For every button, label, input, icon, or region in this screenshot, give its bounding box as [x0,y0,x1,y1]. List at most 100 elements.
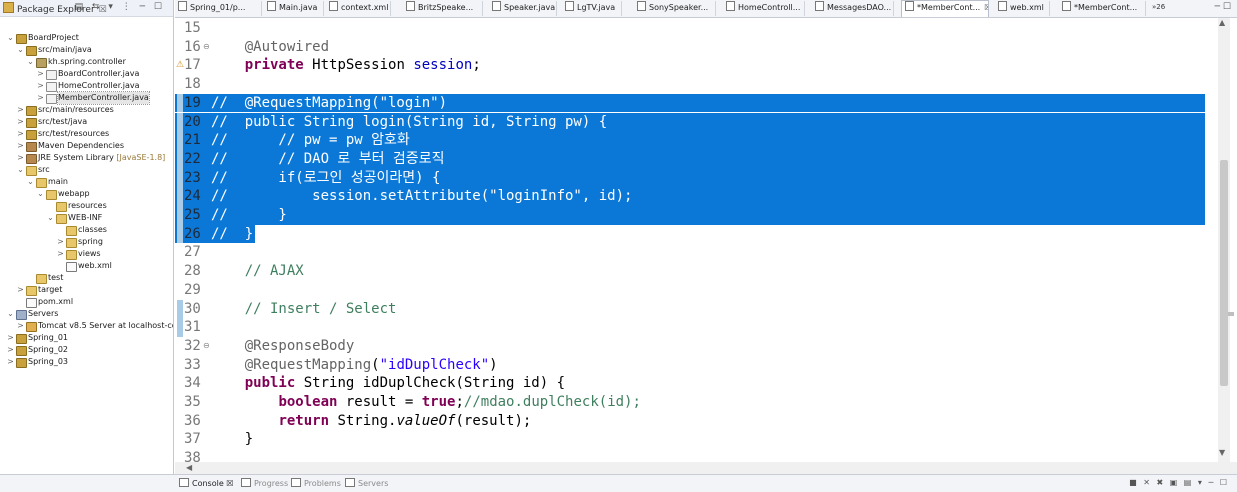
tree-item-homecontroller[interactable]: > HomeController.java [0,80,173,92]
explorer-toolbar[interactable]: ▤ ⇆ ▾ ⋮ ─ ☐ [75,2,165,12]
tree-item-servers[interactable]: ⌄ Servers [0,308,173,320]
code-line[interactable]: 21 // // pw = pw 암호화 [175,131,1205,150]
tree-item-classes[interactable]: classes [0,224,173,236]
tree-item-test[interactable]: test [0,272,173,284]
editor-tab[interactable]: Main.java [264,1,324,16]
editor-tab[interactable]: BritzSpeake... [403,1,483,16]
code-line[interactable]: 37 } [175,430,1205,449]
code-line[interactable]: 20 // public String login(String id, Stri… [175,112,1205,132]
code-line[interactable]: 29 [175,281,1205,300]
tree-item-views[interactable]: > views [0,248,173,260]
close-icon[interactable]: ☒ [224,479,233,488]
code-line[interactable]: 33 @RequestMapping("idDuplCheck") [175,356,1205,375]
chevron-right-icon[interactable]: > [16,140,25,152]
code-line[interactable]: 16 ⊖ @Autowired [175,38,1205,57]
tree-item-main[interactable]: ⌄ main [0,176,173,188]
warning-icon[interactable]: ⚠ [176,56,184,75]
chevron-down-icon[interactable]: ⌄ [26,176,35,188]
chevron-right-icon[interactable]: > [56,248,65,260]
tab-overflow-indicator[interactable]: »26 [1152,3,1165,11]
tab-console[interactable]: Console ☒ [179,478,233,490]
code-line[interactable]: 30 // Insert / Select [175,299,1205,319]
chevron-right-icon[interactable]: > [6,356,15,368]
tree-item-src-main-java[interactable]: ⌄ src/main/java [0,44,173,56]
code-line[interactable]: 25 // } [175,206,1205,225]
scroll-up-icon[interactable]: ▲ [1219,18,1225,27]
tab-progress[interactable]: Progress [241,478,288,490]
tab-servers[interactable]: Servers [345,478,388,490]
chevron-down-icon[interactable]: ⌄ [16,44,25,56]
tab-problems[interactable]: Problems [291,478,341,490]
code-line[interactable]: 18 [175,75,1205,94]
chevron-right-icon[interactable]: > [16,320,25,332]
scroll-left-icon[interactable]: ◀ [186,463,192,472]
tree-item-kh-spring-controller[interactable]: ⌄ kh.spring.controller [0,56,173,68]
code-line[interactable]: 36 return String.valueOf(result); [175,412,1205,431]
chevron-right-icon[interactable]: > [16,284,25,296]
code-line[interactable]: 15 [175,19,1205,38]
tree-item-src-test-java[interactable]: > src/test/java [0,116,173,128]
code-line[interactable]: 27 [175,243,1205,262]
editor-tab[interactable]: web.xml [995,1,1050,16]
console-toolbar[interactable]: ■ ✕ ✖ ▣ ▤ ▾ ─ ☐ [1129,478,1229,487]
chevron-down-icon[interactable]: ⌄ [16,164,25,176]
horizontal-scrollbar[interactable] [175,462,1237,474]
tree-item-maven-dependencies[interactable]: > Maven Dependencies [0,140,173,152]
tree-item-resources[interactable]: resources [0,200,173,212]
code-line[interactable]: 35 boolean result = true;//mdao.duplChec… [175,393,1205,412]
editor-tab[interactable]: Speaker.java [489,1,557,16]
code-line[interactable]: ⚠ 17 private HttpSession session; [175,56,1205,75]
chevron-right-icon[interactable]: > [36,68,45,80]
chevron-right-icon[interactable]: > [6,332,15,344]
chevron-right-icon[interactable]: > [36,80,45,92]
chevron-right-icon[interactable]: > [16,152,25,164]
editor-tab[interactable]: Spring_01/p... [175,1,262,16]
chevron-right-icon[interactable]: > [6,344,15,356]
code-line[interactable]: 22 // // DAO 로 부터 검증로직 [175,149,1205,169]
fold-toggle-icon[interactable]: ⊖ [203,337,210,356]
vertical-scrollbar-thumb[interactable] [1220,160,1228,386]
code-editor[interactable]: 15 16 ⊖ @Autowired ⚠ 17 private HttpSession … [175,18,1237,462]
chevron-down-icon[interactable]: ⌄ [26,56,35,68]
code-line[interactable]: 19 // @RequestMapping("login") [175,93,1205,113]
chevron-right-icon[interactable]: > [16,116,25,128]
code-line[interactable]: 23 // if(로그인 성공이라면) { [175,168,1205,188]
tree-item-spring-02[interactable]: > Spring_02 [0,344,173,356]
chevron-right-icon[interactable]: > [16,104,25,116]
chevron-right-icon[interactable]: > [56,236,65,248]
editor-tab[interactable]: LgTV.java [562,1,622,16]
chevron-right-icon[interactable]: > [16,128,25,140]
code-line[interactable]: 24 // session.setAttribute("loginInfo", i… [175,187,1205,206]
fold-toggle-icon[interactable]: ⊖ [203,38,210,57]
tree-item-spring[interactable]: > spring [0,236,173,248]
tree-item-pom-xml[interactable]: pom.xml [0,296,173,308]
tree-item-web-xml[interactable]: web.xml [0,260,173,272]
scroll-down-icon[interactable]: ▼ [1219,448,1225,457]
tree-item-web-inf[interactable]: ⌄ WEB-INF [0,212,173,224]
chevron-down-icon[interactable]: ⌄ [6,32,15,44]
tree-item-target[interactable]: > target [0,284,173,296]
code-line[interactable]: 26 // } [175,224,255,244]
editor-tab[interactable]: *MemberCont... [1059,1,1146,16]
editor-tab[interactable]: *MemberCont...☒ [901,0,989,17]
code-line[interactable]: 34 public String idDuplCheck(String id) … [175,374,1205,393]
tree-item-boardcontroller[interactable]: > BoardController.java [0,68,173,80]
chevron-down-icon[interactable]: ⌄ [36,188,45,200]
tree-item-boardproject[interactable]: ⌄ BoardProject [0,32,173,44]
chevron-down-icon[interactable]: ⌄ [46,212,55,224]
tree-item-jre-system-library[interactable]: > JRE System Library [JavaSE-1.8] [0,152,173,164]
code-line[interactable]: 31 [175,318,1205,337]
code-line[interactable]: 38 [175,449,1205,462]
editor-tab[interactable]: HomeControll... [723,1,805,16]
tree-item-webapp[interactable]: ⌄ webapp [0,188,173,200]
tree-item-membercontroller[interactable]: > MemberController.java [0,91,173,105]
tree-item-spring-01[interactable]: > Spring_01 [0,332,173,344]
code-line[interactable]: 28 // AJAX [175,262,1205,281]
close-tab-icon[interactable]: ☒ [984,3,988,12]
editor-tab[interactable]: context.xml [326,1,391,16]
tree-item-src-main-resources[interactable]: > src/main/resources [0,104,173,116]
tree-item-src-test-resources[interactable]: > src/test/resources [0,128,173,140]
editor-tab[interactable]: MessagesDAO... [812,1,894,16]
editor-tab[interactable]: SonySpeaker... [634,1,716,16]
tree-item-src[interactable]: ⌄ src [0,164,173,176]
